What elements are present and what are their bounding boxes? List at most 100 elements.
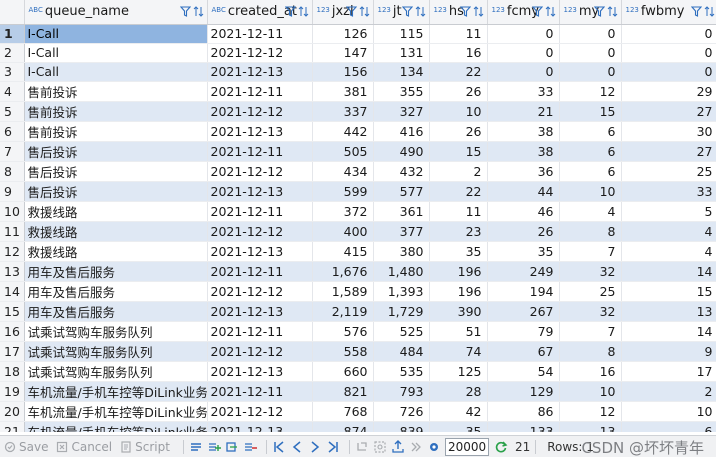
cell-queue-name[interactable]: I-Call	[24, 43, 208, 63]
cell-created-at[interactable]: 2021-12-13	[207, 301, 313, 322]
sort-icon[interactable]	[473, 5, 484, 18]
cell-fcmy[interactable]: 67	[487, 341, 560, 362]
cell-fcmy[interactable]: 38	[487, 121, 560, 142]
add-row-icon[interactable]	[207, 440, 221, 454]
cell-fwbmy[interactable]: 0	[621, 24, 716, 44]
next-page-icon[interactable]	[308, 440, 322, 454]
cell-queue-name[interactable]: 售后投诉	[24, 161, 208, 182]
cell-hs[interactable]: 23	[429, 221, 488, 242]
cell-jt[interactable]: 131	[373, 43, 430, 63]
cell-fcmy[interactable]: 33	[487, 81, 560, 102]
cell-queue-name[interactable]: I-Call	[24, 62, 208, 82]
table-row[interactable]: 11 救援线路 2021-12-12 400 377 23 26 8 4	[0, 221, 716, 242]
cell-fwbmy[interactable]: 10	[621, 401, 716, 422]
cell-created-at[interactable]: 2021-12-12	[207, 401, 313, 422]
cell-my[interactable]: 10	[559, 181, 622, 202]
cell-queue-name[interactable]: 售后投诉	[24, 181, 208, 202]
cell-my[interactable]: 16	[559, 361, 622, 382]
cell-fwbmy[interactable]: 2	[621, 381, 716, 402]
row-number-cell[interactable]: 9	[0, 181, 25, 202]
cell-my[interactable]: 12	[559, 401, 622, 422]
cell-jt[interactable]: 793	[373, 381, 430, 402]
row-number-cell[interactable]: 11	[0, 221, 25, 242]
cell-jt[interactable]: 1,393	[373, 281, 430, 302]
cell-queue-name[interactable]: 车机流量/手机车控等DiLink业务	[24, 401, 208, 422]
save-button[interactable]: Save	[4, 440, 48, 454]
cell-jt[interactable]: 361	[373, 201, 430, 222]
table-row[interactable]: 16 试乘试驾购车服务队列 2021-12-11 576 525 51 79 7 14	[0, 321, 716, 342]
cell-queue-name[interactable]: 用车及售后服务	[24, 281, 208, 302]
cell-fcmy[interactable]: 38	[487, 141, 560, 162]
cell-my[interactable]: 0	[559, 43, 622, 63]
cancel-button[interactable]: Cancel	[56, 440, 112, 454]
row-number-cell[interactable]: 20	[0, 401, 25, 422]
table-row[interactable]: 7 售后投诉 2021-12-11 505 490 15 38 6 27	[0, 141, 716, 162]
table-row[interactable]: 15 用车及售后服务 2021-12-13 2,119 1,729 390 267 32 13	[0, 301, 716, 322]
cell-created-at[interactable]: 2021-12-13	[207, 241, 313, 262]
cell-hs[interactable]: 196	[429, 261, 488, 282]
cell-fwbmy[interactable]: 13	[621, 301, 716, 322]
cell-fcmy[interactable]: 46	[487, 201, 560, 222]
cell-my[interactable]: 12	[559, 81, 622, 102]
cell-created-at[interactable]: 2021-12-11	[207, 381, 313, 402]
cell-jxzl[interactable]: 434	[312, 161, 374, 182]
cell-queue-name[interactable]: 车机流量/手机车控等DiLink业务	[24, 381, 208, 402]
cell-hs[interactable]: 74	[429, 341, 488, 362]
sort-icon[interactable]	[359, 5, 370, 18]
cell-fcmy[interactable]: 36	[487, 161, 560, 182]
filter-icon[interactable]	[345, 5, 357, 18]
cell-created-at[interactable]: 2021-12-12	[207, 341, 313, 362]
row-number-cell[interactable]: 14	[0, 281, 25, 302]
cell-created-at[interactable]: 2021-12-12	[207, 43, 313, 63]
sort-icon[interactable]	[607, 5, 618, 18]
cell-queue-name[interactable]: 车机流量/手机车控等DiLink业务	[24, 421, 208, 432]
cell-queue-name[interactable]: 用车及售后服务	[24, 301, 208, 322]
cell-fwbmy[interactable]: 0	[621, 43, 716, 63]
cell-fcmy[interactable]: 44	[487, 181, 560, 202]
cell-jt[interactable]: 577	[373, 181, 430, 202]
row-number-cell[interactable]: 5	[0, 101, 25, 122]
cell-jxzl[interactable]: 1,676	[312, 261, 374, 282]
cell-created-at[interactable]: 2021-12-11	[207, 81, 313, 102]
cell-my[interactable]: 32	[559, 261, 622, 282]
cell-jt[interactable]: 839	[373, 421, 430, 432]
cell-fcmy[interactable]: 194	[487, 281, 560, 302]
cell-queue-name[interactable]: 试乘试驾购车服务队列	[24, 321, 208, 342]
cell-fcmy[interactable]: 21	[487, 101, 560, 122]
cell-hs[interactable]: 11	[429, 201, 488, 222]
cell-hs[interactable]: 22	[429, 181, 488, 202]
table-row[interactable]: 18 试乘试驾购车服务队列 2021-12-13 660 535 125 54 16 17	[0, 361, 716, 382]
cell-jt[interactable]: 726	[373, 401, 430, 422]
cell-jxzl[interactable]: 156	[312, 62, 374, 82]
table-row[interactable]: 4 售前投诉 2021-12-11 381 355 26 33 12 29	[0, 81, 716, 102]
filter-icon[interactable]	[593, 5, 605, 18]
column-header-queue-name[interactable]: ABC queue_name	[24, 0, 208, 25]
cell-hs[interactable]: 35	[429, 421, 488, 432]
cell-hs[interactable]: 390	[429, 301, 488, 322]
first-page-icon[interactable]	[272, 440, 286, 454]
row-number-cell[interactable]: 16	[0, 321, 25, 342]
cell-my[interactable]: 6	[559, 141, 622, 162]
cell-hs[interactable]: 10	[429, 101, 488, 122]
cell-jt[interactable]: 115	[373, 24, 430, 44]
row-number-cell[interactable]: 17	[0, 341, 25, 362]
table-row[interactable]: 13 用车及售后服务 2021-12-11 1,676 1,480 196 249 32 14	[0, 261, 716, 282]
row-number-cell[interactable]: 6	[0, 121, 25, 142]
cell-fcmy[interactable]: 0	[487, 62, 560, 82]
cell-fwbmy[interactable]: 5	[621, 201, 716, 222]
row-number-cell[interactable]: 7	[0, 141, 25, 162]
cell-jt[interactable]: 535	[373, 361, 430, 382]
cell-hs[interactable]: 26	[429, 81, 488, 102]
cell-queue-name[interactable]: 救援线路	[24, 221, 208, 242]
cell-fwbmy[interactable]: 4	[621, 221, 716, 242]
row-number-cell[interactable]: 2	[0, 43, 25, 63]
cell-fwbmy[interactable]: 4	[621, 241, 716, 262]
row-number-cell[interactable]: 3	[0, 62, 25, 82]
cell-jxzl[interactable]: 442	[312, 121, 374, 142]
cell-jxzl[interactable]: 2,119	[312, 301, 374, 322]
cell-created-at[interactable]: 2021-12-11	[207, 141, 313, 162]
cell-hs[interactable]: 125	[429, 361, 488, 382]
filter-icon[interactable]	[179, 5, 191, 18]
column-header-jxzl[interactable]: 123 jxzl	[312, 0, 374, 25]
table-row[interactable]: 3 I-Call 2021-12-13 156 134 22 0 0 0	[0, 62, 716, 82]
